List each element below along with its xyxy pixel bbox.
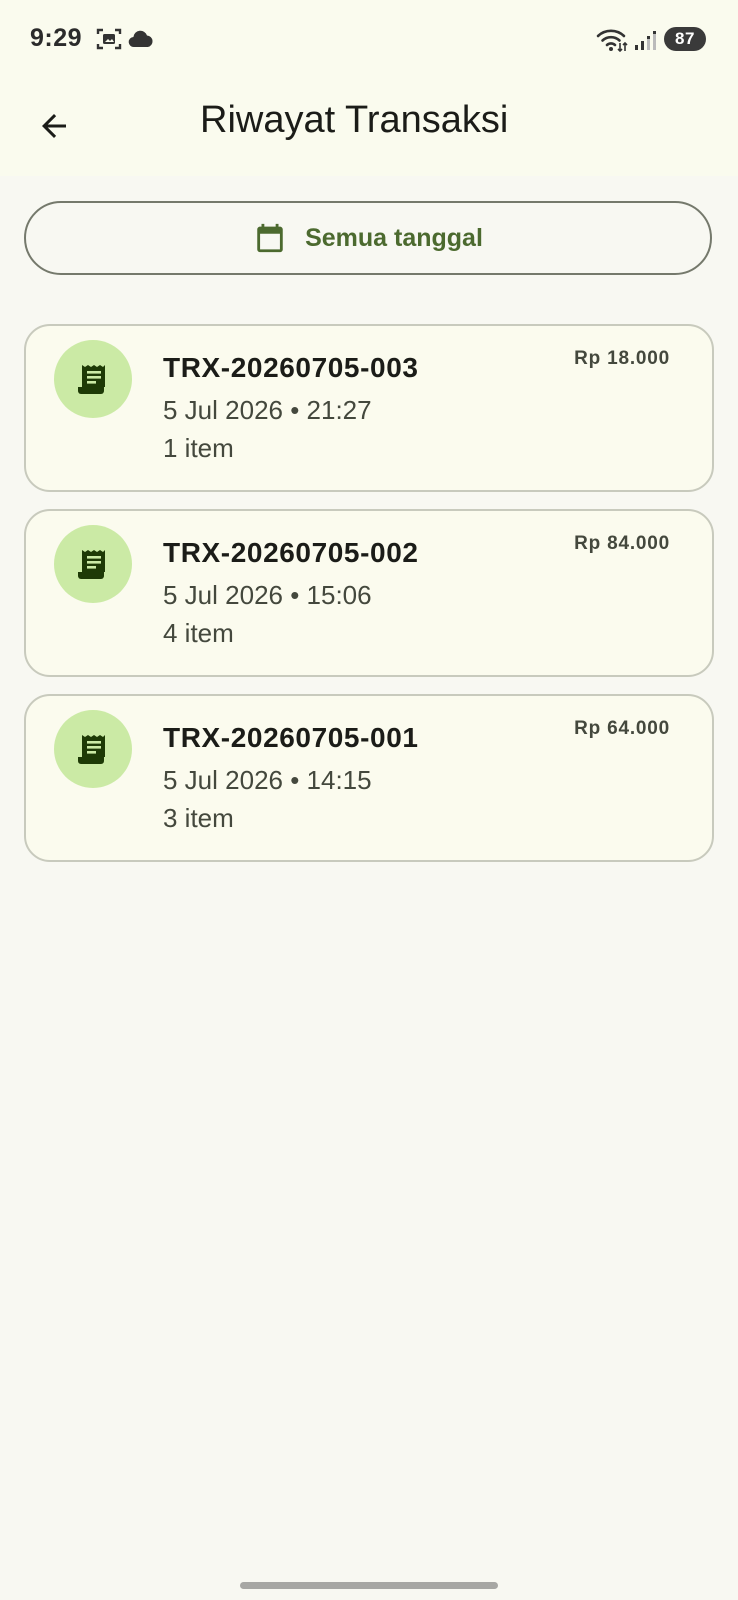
transaction-item-count: 3 item xyxy=(163,803,234,833)
transaction-amount: Rp 18.000 xyxy=(574,348,670,369)
screenshot-icon xyxy=(96,27,122,56)
receipt-icon xyxy=(78,550,105,579)
arrow-back-icon xyxy=(42,114,66,138)
status-bar: 9:29 87 xyxy=(0,0,738,80)
transaction-card[interactable]: TRX-20260705-001 5 Jul 2026 • 14:15 3 it… xyxy=(24,694,714,862)
wifi-icon xyxy=(596,28,628,57)
transaction-item-count: 1 item xyxy=(163,433,234,463)
transaction-item-count: 4 item xyxy=(163,618,234,648)
date-filter-button[interactable]: Semua tanggal xyxy=(24,201,712,275)
transaction-id: TRX-20260705-001 xyxy=(163,722,419,753)
calendar-icon xyxy=(257,223,283,253)
transaction-card[interactable]: TRX-20260705-002 5 Jul 2026 • 15:06 4 it… xyxy=(24,509,714,677)
transaction-id: TRX-20260705-002 xyxy=(163,537,419,568)
date-filter-label: Semua tanggal xyxy=(305,223,483,252)
transaction-avatar xyxy=(54,710,132,788)
transaction-id: TRX-20260705-003 xyxy=(163,352,419,383)
transaction-avatar xyxy=(54,525,132,603)
transaction-datetime: 5 Jul 2026 • 21:27 xyxy=(163,395,372,425)
battery-indicator: 87 xyxy=(664,27,706,51)
screen: 9:29 87 Riwayat Transaksi Semua tanggal … xyxy=(0,0,738,1600)
page-title: Riwayat Transaksi xyxy=(200,99,509,141)
gesture-navigation-bar[interactable] xyxy=(240,1582,498,1589)
transaction-datetime: 5 Jul 2026 • 15:06 xyxy=(163,580,372,610)
header: 9:29 87 Riwayat Transaksi xyxy=(0,0,738,176)
receipt-icon xyxy=(78,365,105,394)
transaction-datetime: 5 Jul 2026 • 14:15 xyxy=(163,765,372,795)
receipt-icon xyxy=(78,735,105,764)
status-time: 9:29 xyxy=(30,24,83,52)
transaction-card[interactable]: TRX-20260705-003 5 Jul 2026 • 21:27 1 it… xyxy=(24,324,714,492)
back-button[interactable] xyxy=(28,100,80,152)
cloud-icon xyxy=(128,30,154,53)
transaction-list: TRX-20260705-003 5 Jul 2026 • 21:27 1 it… xyxy=(24,324,714,879)
transaction-amount: Rp 84.000 xyxy=(574,533,670,554)
transaction-avatar xyxy=(54,340,132,418)
app-bar: Riwayat Transaksi xyxy=(0,80,738,176)
transaction-amount: Rp 64.000 xyxy=(574,718,670,739)
signal-icon xyxy=(634,28,658,57)
